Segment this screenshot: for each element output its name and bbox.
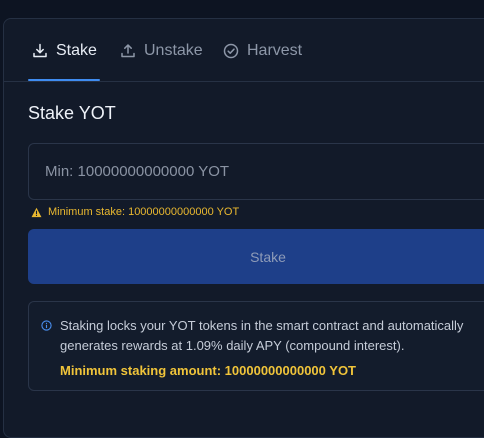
staking-info-box: Staking locks your YOT tokens in the sma… [28, 301, 484, 391]
tab-unstake[interactable]: Unstake [120, 19, 203, 82]
stake-amount-field[interactable] [28, 143, 484, 200]
tab-harvest[interactable]: Harvest [223, 19, 302, 82]
check-circle-icon [223, 43, 239, 58]
active-tab-indicator [28, 79, 100, 81]
tab-bar: Stake Unstake Harvest [4, 19, 484, 82]
upload-icon [121, 43, 135, 57]
tab-unstake-label: Unstake [144, 41, 203, 59]
form-title: Stake YOT [28, 103, 116, 123]
info-icon [41, 320, 52, 331]
download-icon [33, 43, 47, 57]
info-description: Staking locks your YOT tokens in the sma… [60, 318, 464, 353]
tab-harvest-label: Harvest [247, 41, 303, 59]
warning-text: Minimum stake: 10000000000000 YOT [48, 206, 240, 218]
minimum-staking-amount: Minimum staking amount: 10000000000000 Y… [60, 363, 356, 378]
tab-stake-label: Stake [56, 41, 97, 59]
stake-amount-input[interactable] [29, 144, 484, 199]
stake-button[interactable]: Stake [28, 229, 484, 284]
staking-card: Stake Unstake Harvest Stake YOT Minimum … [3, 18, 484, 438]
minimum-stake-warning: Minimum stake: 10000000000000 YOT [31, 206, 239, 218]
tab-stake[interactable]: Stake [32, 19, 97, 82]
warning-icon [31, 207, 42, 217]
